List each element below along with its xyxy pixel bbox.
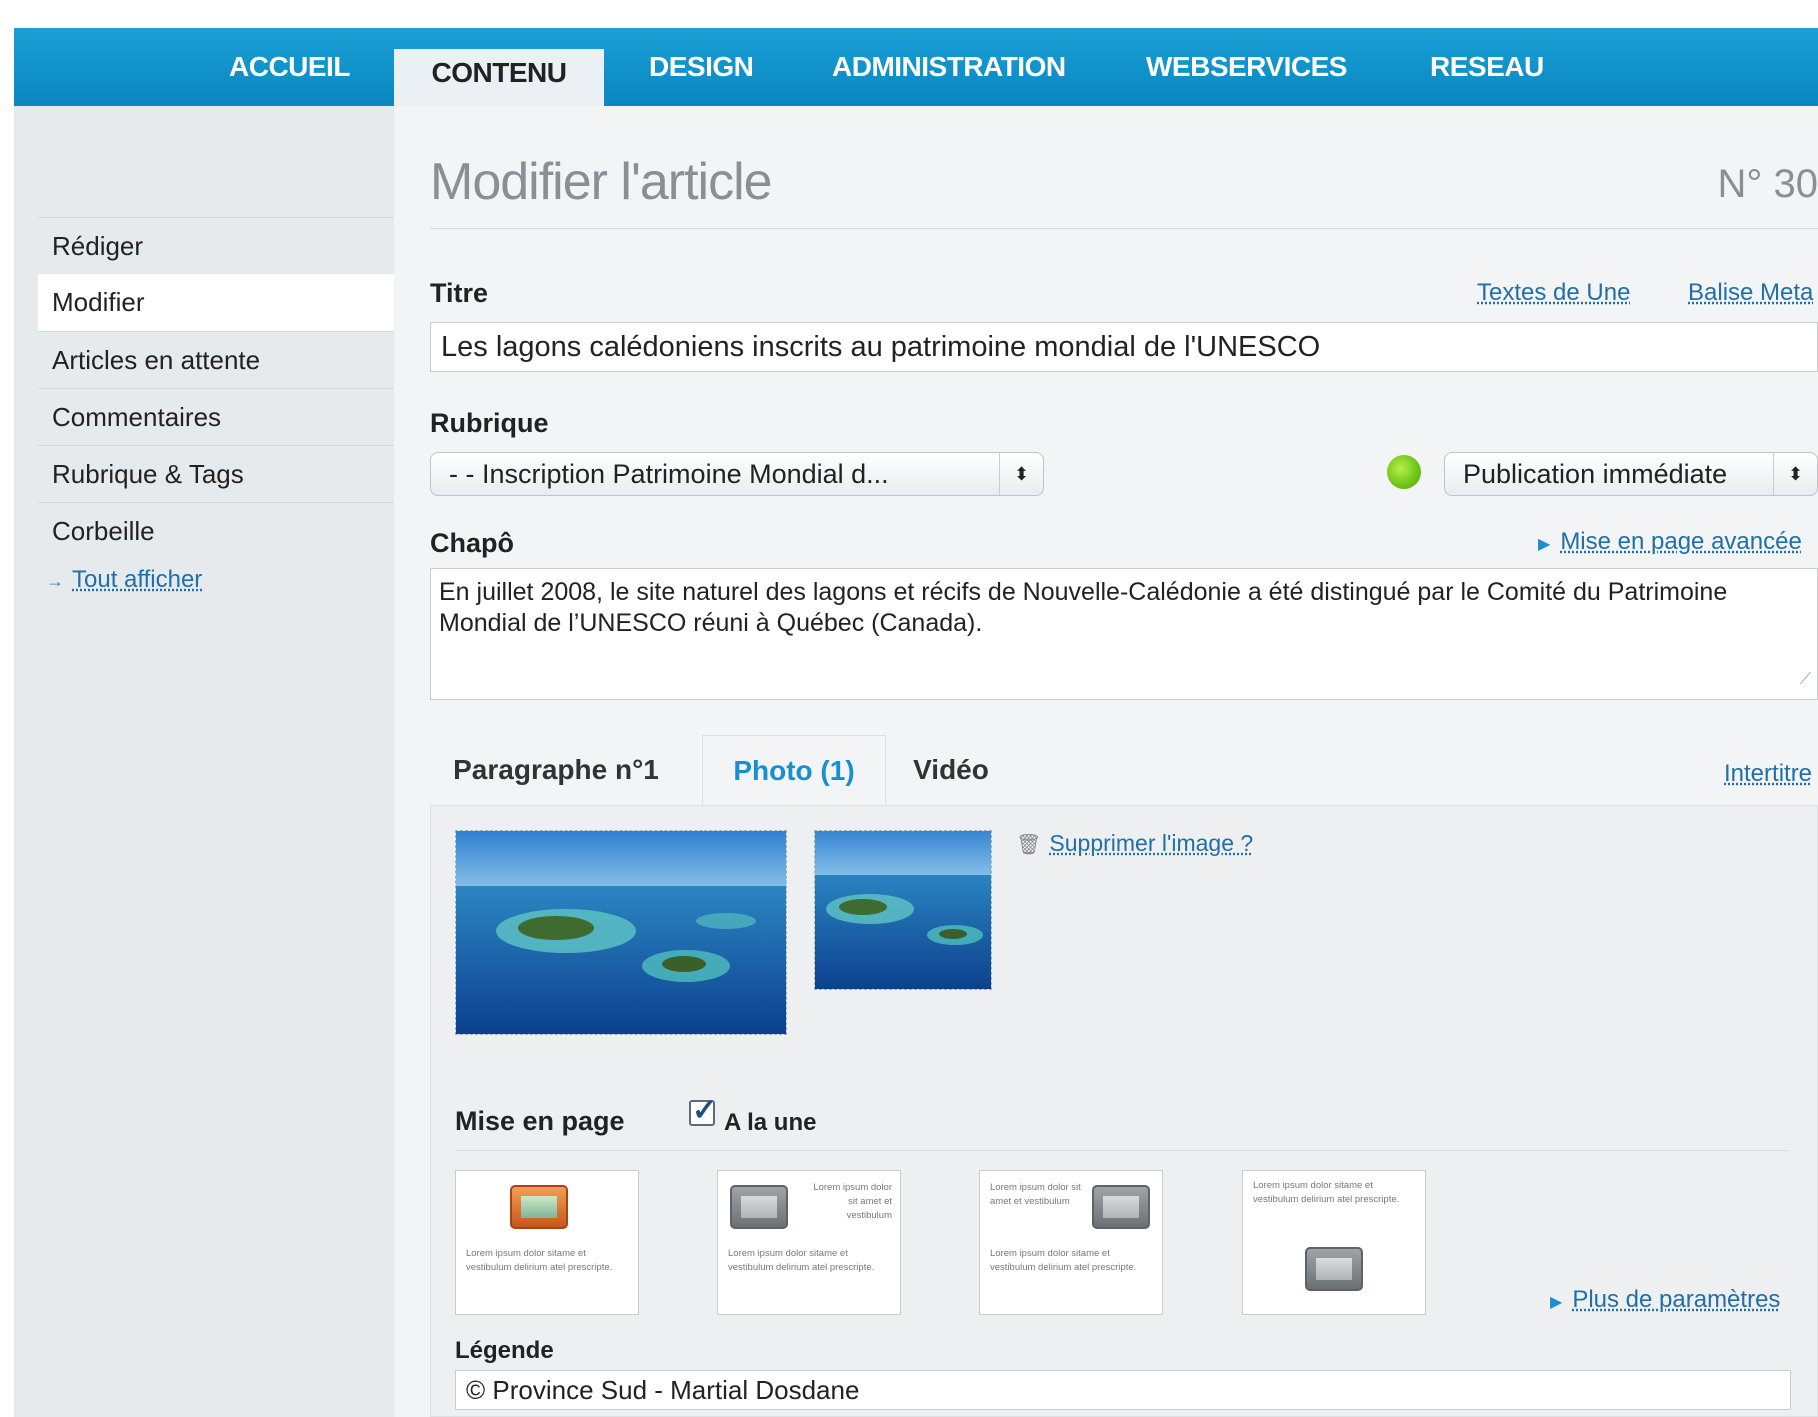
- advanced-layout-label: Mise en page avancée: [1560, 528, 1802, 555]
- photo-thumbnail-crop[interactable]: [814, 830, 992, 990]
- titre-label: Titre: [430, 278, 489, 308]
- select-arrows-icon: ⬍: [1773, 453, 1817, 495]
- select-arrows-icon: ⬍: [999, 453, 1043, 495]
- status-indicator-icon: [1387, 455, 1421, 489]
- delete-image-label[interactable]: Supprimer l'image ?: [1049, 830, 1253, 856]
- layout-sample-text: Lorem ipsum dolor sit amet et vestibulum: [813, 1182, 892, 1221]
- chapo-label: Chapô: [430, 528, 514, 558]
- nav-design[interactable]: DESIGN: [649, 28, 754, 106]
- chapo-textarea[interactable]: En juillet 2008, le site naturel des lag…: [430, 568, 1818, 700]
- arrow-right-icon: →: [46, 571, 64, 591]
- layout-sample-text: Lorem ipsum dolor sit amet et vestibulum: [990, 1182, 1081, 1207]
- legend-input[interactable]: © Province Sud - Martial Dosdane: [455, 1370, 1791, 1410]
- nav-contenu[interactable]: CONTENU: [394, 49, 604, 106]
- layout-sample-text: Lorem ipsum dolor sitame et vestibulum d…: [990, 1248, 1137, 1273]
- triangle-right-icon: ▶: [1538, 536, 1551, 553]
- image-placeholder-icon: [510, 1185, 568, 1229]
- intertitre-link[interactable]: Intertitre: [1724, 760, 1812, 788]
- tab-photo[interactable]: Photo (1): [702, 735, 886, 805]
- publication-selected: Publication immédiate: [1463, 459, 1728, 489]
- layout-sample-text: Lorem ipsum dolor sitame et vestibulum d…: [1253, 1180, 1400, 1205]
- a-la-une-label: A la une: [724, 1109, 817, 1136]
- show-all-link[interactable]: → Tout afficher: [46, 566, 202, 594]
- image-placeholder-icon: [730, 1185, 788, 1229]
- more-params-label: Plus de paramètres: [1572, 1286, 1781, 1313]
- sidebar-item-articles-en-attente[interactable]: Articles en attente: [38, 331, 394, 388]
- rubrique-select[interactable]: - - Inscription Patrimoine Mondial d... …: [430, 452, 1044, 496]
- divider: [455, 1150, 1788, 1151]
- image-placeholder-icon: [1092, 1185, 1150, 1229]
- a-la-une-checkbox[interactable]: ✓: [689, 1094, 717, 1127]
- nav-administration[interactable]: ADMINISTRATION: [832, 28, 1066, 106]
- layout-option-image-bottom[interactable]: Lorem ipsum dolor sitame et vestibulum d…: [1242, 1170, 1426, 1315]
- nav-accueil[interactable]: ACCUEIL: [229, 28, 350, 106]
- nav-reseau[interactable]: RESEAU: [1430, 28, 1544, 106]
- tab-video[interactable]: Vidéo: [896, 735, 1006, 805]
- sidebar-item-corbeille[interactable]: Corbeille: [38, 502, 394, 559]
- page-title: Modifier l'article: [430, 153, 773, 211]
- layout-sample-text: Lorem ipsum dolor sitame et vestibulum d…: [466, 1248, 613, 1273]
- show-all-label[interactable]: Tout afficher: [72, 566, 202, 593]
- rubrique-selected: - - Inscription Patrimoine Mondial d...: [449, 459, 889, 489]
- balise-meta-link[interactable]: Balise Meta: [1688, 279, 1813, 307]
- sidebar-item-rediger[interactable]: Rédiger: [38, 217, 394, 274]
- sidebar-item-modifier[interactable]: Modifier: [38, 274, 394, 331]
- nav-webservices[interactable]: WEBSERVICES: [1146, 28, 1347, 106]
- legend-label: Légende: [455, 1337, 554, 1364]
- rubrique-label: Rubrique: [430, 408, 549, 438]
- triangle-right-icon: ▶: [1550, 1294, 1563, 1311]
- divider: [430, 228, 1818, 229]
- tab-paragraphe[interactable]: Paragraphe n°1: [430, 735, 682, 805]
- layout-option-image-right[interactable]: Lorem ipsum dolor sit amet et vestibulum…: [979, 1170, 1163, 1315]
- advanced-layout-link[interactable]: ▶ Mise en page avancée: [1538, 528, 1802, 556]
- checkmark-icon: ✓: [692, 1094, 718, 1127]
- trash-icon: 🗑: [1016, 834, 1042, 856]
- resize-grip-icon[interactable]: ⟋: [1800, 664, 1811, 695]
- title-input[interactable]: Les lagons calédoniens inscrits au patri…: [430, 322, 1818, 372]
- layout-sample-text: Lorem ipsum dolor sitame et vestibulum d…: [728, 1248, 875, 1273]
- sidebar-item-rubrique-tags[interactable]: Rubrique & Tags: [38, 445, 394, 502]
- delete-image-link[interactable]: 🗑 Supprimer l'image ?: [1016, 830, 1253, 857]
- photo-thumbnail-large[interactable]: [455, 830, 787, 1035]
- sidebar-item-commentaires[interactable]: Commentaires: [38, 388, 394, 445]
- publication-select[interactable]: Publication immédiate ⬍: [1444, 452, 1818, 496]
- layout-label: Mise en page: [455, 1106, 625, 1136]
- article-number: N° 30: [1717, 162, 1818, 206]
- more-params-link[interactable]: ▶ Plus de paramètres: [1550, 1286, 1780, 1314]
- textes-de-une-link[interactable]: Textes de Une: [1477, 279, 1630, 307]
- chapo-text: En juillet 2008, le site naturel des lag…: [439, 578, 1728, 637]
- layout-option-image-left[interactable]: Lorem ipsum dolor sit amet et vestibulum…: [717, 1170, 901, 1315]
- layout-option-image-top[interactable]: Lorem ipsum dolor sitame et vestibulum d…: [455, 1170, 639, 1315]
- image-placeholder-icon: [1305, 1247, 1363, 1291]
